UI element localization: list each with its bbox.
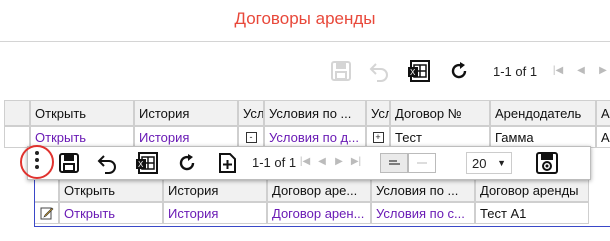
first-page-icon[interactable]: |◀ <box>549 65 567 76</box>
row-select-cell[interactable] <box>4 126 30 148</box>
detail-conditions-link[interactable]: Условия по с... <box>371 202 475 224</box>
detail-col-header-conditions[interactable]: Условия по ... <box>371 178 475 202</box>
col-header-flag1[interactable]: Усл <box>238 100 264 126</box>
extra-cell: А1 <box>596 126 610 148</box>
save-icon[interactable] <box>56 150 82 176</box>
conditions-link[interactable]: Условия по д... <box>264 126 366 148</box>
detail-col-header-contract[interactable]: Договор аренды <box>475 178 589 202</box>
collapse-toggle[interactable]: - <box>238 126 264 148</box>
detail-col-header-history[interactable]: История <box>163 178 267 202</box>
align-left-toggle[interactable] <box>380 153 408 173</box>
main-table-header: Открыть История Усл Условия по ... Усл Д… <box>4 100 610 126</box>
expand-icon[interactable]: + <box>372 131 384 143</box>
col-header-history[interactable]: История <box>134 100 238 126</box>
detail-table: Открыть История Договор аре... Условия п… <box>34 178 610 227</box>
detail-col-header-open[interactable]: Открыть <box>59 178 163 202</box>
detail-contract-cell: Тест А1 <box>475 202 589 224</box>
col-header-landlord[interactable]: Арендодатель <box>490 100 596 126</box>
collapse-icon[interactable]: - <box>245 131 257 143</box>
refresh-icon[interactable] <box>446 58 472 84</box>
add-record-icon[interactable] <box>214 150 240 176</box>
save-settings-icon[interactable] <box>534 150 560 176</box>
col-header-conditions[interactable]: Условия по ... <box>264 100 366 126</box>
col-header-extra[interactable]: Ар <box>596 100 610 126</box>
page-title: Договоры аренды <box>234 9 376 28</box>
expand-toggle[interactable]: + <box>366 126 390 148</box>
table-row[interactable]: Открыть История Договор арен... Условия … <box>35 202 589 224</box>
svg-text:X: X <box>410 68 416 77</box>
first-page-icon[interactable]: |◀ <box>296 156 314 167</box>
col-header-flag2[interactable]: Усл <box>366 100 390 126</box>
excel-export-icon[interactable]: X <box>406 58 432 84</box>
last-page-icon[interactable]: ▶| <box>347 156 365 167</box>
save-icon[interactable] <box>328 58 354 84</box>
svg-text:X: X <box>138 160 144 169</box>
detail-contract-link[interactable]: Договор арен... <box>267 202 371 224</box>
kebab-menu-icon[interactable] <box>34 151 40 172</box>
undo-icon[interactable] <box>366 58 392 84</box>
floating-toolbar: X 1-1 of 1 |◀ ◀ ▶ ▶| 20 ▼ <box>27 146 591 180</box>
prev-page-icon[interactable]: ◀ <box>572 65 590 76</box>
chevron-down-icon: ▼ <box>497 158 506 168</box>
next-page-icon[interactable]: ▶ <box>594 65 610 76</box>
col-header-open[interactable]: Открыть <box>30 100 134 126</box>
detail-col-header-contract-link[interactable]: Договор аре... <box>267 178 371 202</box>
align-right-toggle[interactable] <box>408 153 436 173</box>
edit-row-icon[interactable] <box>35 202 59 224</box>
col-header-select <box>4 100 30 126</box>
landlord-cell: Гамма <box>490 126 596 148</box>
undo-icon[interactable] <box>94 150 120 176</box>
prev-page-icon[interactable]: ◀ <box>313 156 331 167</box>
header-divider <box>0 41 610 42</box>
history-link[interactable]: История <box>134 126 238 148</box>
col-header-contract[interactable]: Договор № <box>390 100 490 126</box>
page-size-value: 20 <box>472 155 487 171</box>
detail-table-header: Открыть История Договор аре... Условия п… <box>35 178 589 202</box>
open-link[interactable]: Открыть <box>30 126 134 148</box>
detail-open-link[interactable]: Открыть <box>59 202 163 224</box>
table-row[interactable]: Открыть История - Условия по д... + Тест… <box>4 126 610 148</box>
page-info: 1-1 of 1 <box>493 64 538 79</box>
page-size-select[interactable]: 20 ▼ <box>466 152 512 174</box>
excel-export-icon[interactable]: X <box>134 150 160 176</box>
refresh-icon[interactable] <box>174 150 200 176</box>
detail-col-header-edit <box>35 178 59 202</box>
next-page-icon[interactable]: ▶ <box>330 156 348 167</box>
page-info: 1-1 of 1 <box>252 155 297 170</box>
detail-history-link[interactable]: История <box>163 202 267 224</box>
contract-number-cell: Тест <box>390 126 490 148</box>
